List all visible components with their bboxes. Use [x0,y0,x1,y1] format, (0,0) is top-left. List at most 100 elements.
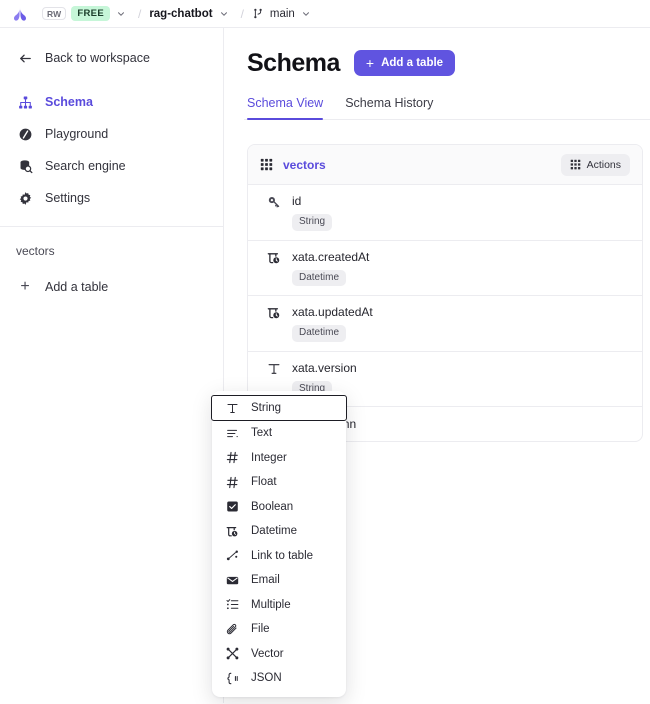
column-name: xata.updatedAt [292,305,373,319]
dropdown-item-file[interactable]: File [212,617,346,642]
table-actions-label: Actions [586,158,621,171]
dropdown-item-label: Integer [251,451,287,464]
dropdown-item-label: String [251,402,282,414]
column-name: xata.version [292,360,357,375]
dropdown-item-integer[interactable]: Integer [212,446,346,471]
dropdown-item-float[interactable]: Float [212,470,346,495]
text-lines-icon [224,427,240,440]
workspace-initials-badge[interactable]: RW [42,6,67,21]
xata-butterfly-logo[interactable] [10,4,30,24]
dropdown-item-string[interactable]: String [211,395,347,421]
schema-hierarchy-icon [16,95,34,110]
table-name[interactable]: vectors [283,158,326,172]
dropdown-item-email[interactable]: Email [212,568,346,593]
vector-nodes-icon [224,647,240,660]
dropdown-item-label: JSON [251,672,282,685]
chevron-down-icon[interactable] [116,9,126,19]
checkbox-icon [224,500,240,513]
sidebar-item-settings[interactable]: Settings [0,182,223,214]
sidebar-item-playground[interactable]: Playground [0,118,223,150]
dropdown-item-datetime[interactable]: Datetime [212,519,346,544]
dropdown-item-link-to-table[interactable]: Link to table [212,544,346,569]
table-row[interactable]: xata.createdAt Datetime [248,241,642,296]
sidebar-item-search-engine[interactable]: Search engine [0,150,223,182]
column-type-tag: String [292,214,333,231]
main-content: Schema + Add a table Schema View Schema … [211,28,650,703]
back-to-workspace-label: Back to workspace [45,51,150,65]
add-table-button[interactable]: + Add a table [353,50,456,76]
table-row[interactable]: id String [248,185,642,241]
column-type-tag: Datetime [292,325,347,342]
tab-schema-history[interactable]: Schema History [345,96,433,119]
key-icon [264,194,284,231]
grid-icon [260,158,273,171]
sidebar-item-label-settings: Settings [45,191,91,205]
add-table-button-label: Add a table [381,57,444,69]
dropdown-item-boolean[interactable]: Boolean [212,495,346,520]
sidebar-table-group-label: vectors [16,244,55,258]
chevron-down-icon[interactable] [301,9,311,19]
tab-schema-view[interactable]: Schema View [247,96,324,120]
dropdown-item-label: Multiple [251,598,291,611]
dropdown-item-label: Vector [251,647,284,660]
page-title: Schema [247,48,340,77]
sidebar-divider [0,226,223,227]
breadcrumb-separator-1: / [137,6,142,21]
dropdown-item-label: File [251,623,270,636]
table-row[interactable]: xata.updatedAt Datetime [248,296,642,352]
dropdown-item-vector[interactable]: Vector [212,642,346,667]
tab-schema-history-label: Schema History [345,96,434,110]
hash-icon [224,451,240,464]
plus-icon: + [20,278,30,295]
grid-icon [570,159,581,170]
sidebar: Back to workspace Schema Playground Sear… [0,28,224,703]
sidebar-add-table-label: Add a table [45,280,109,294]
column-body: id String [292,194,333,231]
table-card-header: vectors Actions [248,145,642,185]
sidebar-add-table-button[interactable]: + Add a table [0,271,223,303]
list-check-icon [224,598,240,611]
column-body: xata.createdAt Datetime [292,249,370,286]
playground-icon [16,127,34,142]
tab-schema-view-label: Schema View [247,96,324,110]
gear-icon [16,191,34,206]
breadcrumb-database-name[interactable]: rag-chatbot [149,8,212,20]
column-name: xata.createdAt [292,249,370,264]
dropdown-item-multiple[interactable]: Multiple [212,593,346,618]
arrow-left-icon [16,51,34,66]
sidebar-item-label-schema: Schema [45,95,93,109]
dropdown-item-label: Boolean [251,500,294,513]
sidebar-item-schema[interactable]: Schema [0,86,223,118]
dropdown-item-text[interactable]: Text [212,421,346,446]
paperclip-icon [224,623,240,636]
sidebar-item-label-search-engine: Search engine [45,159,126,173]
hash-icon [224,476,240,489]
datetime-icon [264,305,284,342]
search-engine-icon [16,159,34,174]
datetime-icon [264,250,284,287]
datetime-icon [224,525,240,538]
page-header: Schema + Add a table [244,50,650,76]
dropdown-item-label: Email [251,574,280,587]
plan-badge[interactable]: FREE [71,6,110,21]
branch-name[interactable]: main [270,8,295,20]
column-body: xata.updatedAt Datetime [292,305,373,342]
dropdown-item-label: Link to table [251,549,314,562]
plus-icon: + [365,54,375,71]
json-braces-icon [224,672,240,685]
column-name: id [292,194,302,208]
column-type-tag: Datetime [292,269,347,286]
link-nodes-icon [224,549,240,562]
chevron-down-icon[interactable] [219,9,229,19]
dropdown-item-label: Datetime [251,525,298,538]
text-string-icon [224,402,240,415]
git-branch-icon [252,7,264,20]
dropdown-item-label: Float [251,476,277,489]
envelope-icon [224,574,240,587]
sidebar-item-label-playground: Playground [45,127,109,141]
table-actions-button[interactable]: Actions [560,153,630,176]
breadcrumb-separator-2: / [240,6,244,21]
tab-bar: Schema View Schema History [244,96,650,120]
back-to-workspace-link[interactable]: Back to workspace [0,42,223,74]
dropdown-item-json[interactable]: JSON [212,666,346,691]
